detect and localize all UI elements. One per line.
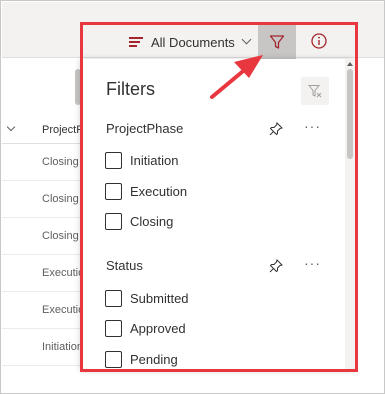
screenshot-frame: All Documents ProjectPhase Closing Closi… — [0, 0, 385, 394]
annotation-arrow-icon — [210, 55, 263, 99]
